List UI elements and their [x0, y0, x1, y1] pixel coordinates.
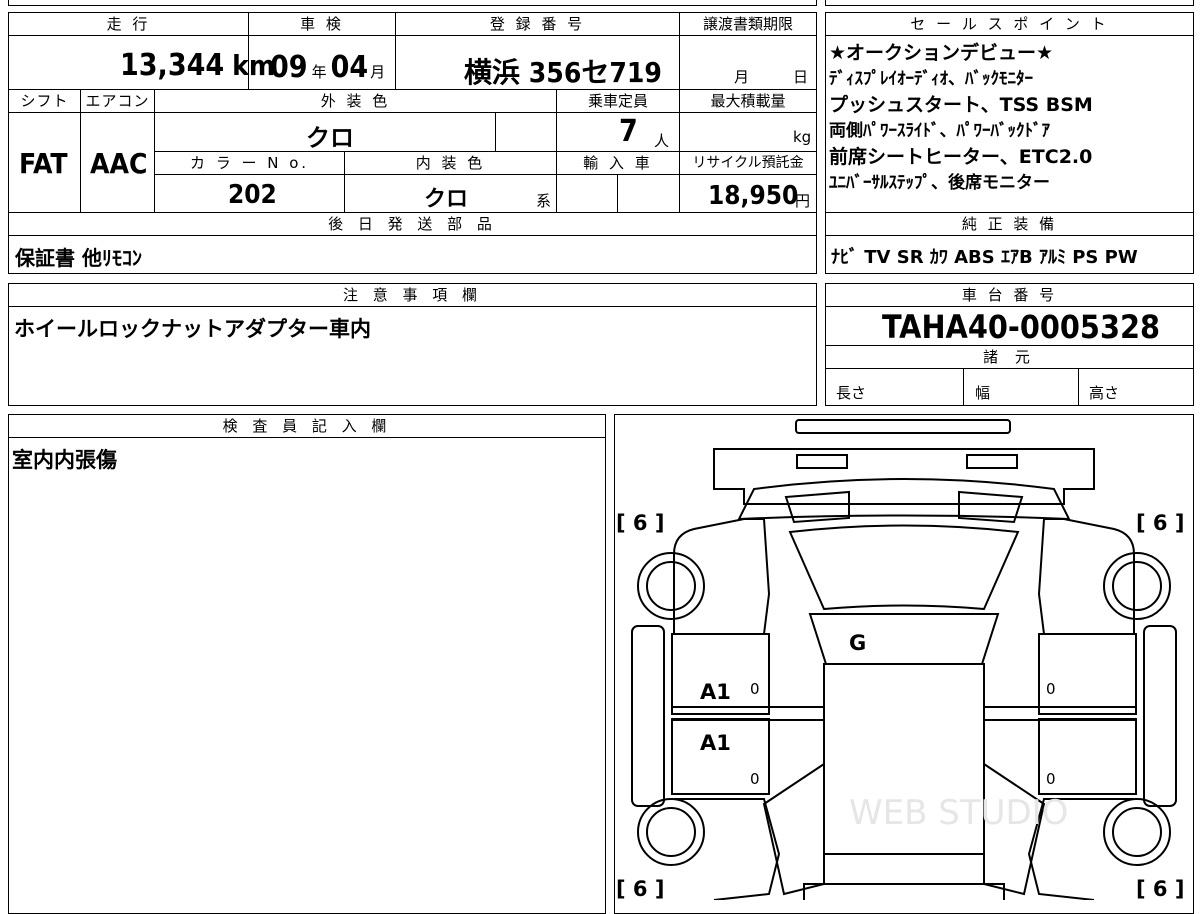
color-no-header: カ ラ ー N o.	[154, 151, 345, 175]
tire-label-rear-left: [ 6 ]	[616, 877, 664, 900]
zero-mark: 0	[1046, 680, 1056, 698]
sales-point: 前席シートヒーター、ETC2.0	[829, 146, 1093, 168]
chassis-value: TAHA40-0005328	[882, 308, 1161, 346]
spec-length: 長さ	[836, 384, 867, 402]
top-clipped-strip-right	[825, 0, 1194, 6]
import-cell-2	[617, 174, 680, 213]
rear-bumper	[803, 883, 1005, 900]
later-parts-header: 後 日 発 送 部 品	[8, 212, 817, 236]
aircon-value: AAC	[90, 147, 148, 180]
genuine-equipment-value: ﾅﾋﾞ TV SR ｶﾜ ABS ｴｱB ｱﾙﾐ PS PW	[831, 247, 1138, 268]
front-bumper-lip	[795, 419, 1011, 434]
deadline-day: 日	[793, 68, 809, 86]
windshield	[788, 524, 1020, 611]
deadline-header: 譲渡書類期限	[679, 12, 817, 36]
notes-header: 注 意 事 項 欄	[8, 283, 817, 307]
import-cell	[556, 174, 618, 213]
wheel-rear-left-inner	[646, 807, 696, 857]
color-no-value: 202	[228, 180, 277, 210]
wheel-front-left-inner	[646, 561, 696, 611]
exterior-color-value: クロ	[306, 124, 354, 152]
zero-mark: 0	[750, 680, 760, 698]
max-load-header: 最大積載量	[679, 89, 817, 113]
interior-suffix: 系	[536, 192, 552, 210]
wheel-rear-right-inner	[1112, 807, 1162, 857]
aircon-header: エアコン	[80, 89, 155, 113]
rear-door-damage-mark: A1	[700, 731, 731, 755]
notes-value: ホイールロックナットアダプター車内	[14, 317, 371, 341]
front-fender-right	[1037, 518, 1135, 635]
front-roof-edge	[808, 613, 1000, 665]
specs-header: 諸 元	[825, 345, 1194, 369]
recycle-value: 18,950	[708, 181, 799, 211]
exterior-color-extra	[495, 112, 557, 152]
recycle-header: リサイクル預託金	[679, 151, 817, 175]
watermark: WEB STUDIO	[849, 793, 1068, 833]
fog-light-right	[966, 454, 1018, 469]
inspection-month: 04	[330, 50, 369, 85]
front-fender-left	[673, 518, 771, 635]
side-sill-left	[631, 625, 665, 807]
tire-label-front-left: [ 6 ]	[616, 511, 664, 535]
inspection-value: 09 年 04 月	[270, 50, 385, 85]
spec-height: 高さ	[1089, 384, 1120, 402]
plate-value: 横浜 356セ719	[464, 56, 662, 89]
shift-value: FAT	[19, 147, 68, 180]
capacity-unit: 人	[654, 132, 670, 150]
front-door-right	[1038, 633, 1137, 715]
sales-point: プッシュスタート、TSS BSM	[829, 94, 1093, 116]
hood	[737, 478, 1071, 521]
year-unit: 年	[311, 63, 327, 81]
inspection-year: 09	[270, 50, 308, 85]
spec-width: 幅	[975, 384, 991, 402]
sales-point: ★オークションデビュー★	[829, 42, 1054, 64]
yen-unit: 円	[795, 192, 811, 210]
mileage-header: 走 行	[8, 12, 249, 36]
inspector-note: 室内内張傷	[12, 448, 117, 472]
windshield-damage-mark: G	[849, 631, 866, 655]
front-door-damage-mark: A1	[700, 680, 731, 704]
sales-points-list: ★オークションデビュー★ ﾃﾞｨｽﾌﾟﾚｲｵｰﾃﾞｨｵ、ﾊﾞｯｸﾓﾆﾀｰ プッシ…	[829, 40, 1191, 196]
registration-header: 登 録 番 号	[395, 12, 680, 36]
sales-point: ﾕﾆﾊﾞｰｻﾙｽﾃｯﾌﾟ、後席モニター	[829, 173, 1050, 193]
tire-label-rear-right: [ 6 ]	[1136, 877, 1184, 900]
capacity-value: 7	[619, 114, 638, 149]
month-unit: 月	[370, 63, 386, 81]
wheel-front-right-inner	[1112, 561, 1162, 611]
shift-header: シフト	[8, 89, 81, 113]
sales-points-header: セ ー ル ス ポ イ ン ト	[825, 12, 1194, 36]
car-diagram: [ 6 ] [ 6 ] [ 6 ] [ 6 ] G A1 A1 0 0 0 0 …	[616, 419, 1184, 900]
deadline-month: 月	[734, 68, 750, 86]
sales-point: 両側ﾊﾟﾜｰｽﾗｲﾄﾞ、ﾊﾟﾜｰﾊﾞｯｸﾄﾞｱ	[829, 121, 1050, 141]
exterior-color-header: 外 装 色	[154, 89, 557, 113]
chassis-header: 車 台 番 号	[825, 283, 1194, 307]
front-bumper	[713, 448, 1095, 505]
inspector-header: 検 査 員 記 入 欄	[8, 414, 606, 438]
tire-label-front-right: [ 6 ]	[1136, 511, 1184, 535]
rear-quarter-left	[674, 798, 781, 900]
sales-point: ﾃﾞｨｽﾌﾟﾚｲｵｰﾃﾞｨｵ、ﾊﾞｯｸﾓﾆﾀｰ	[829, 69, 1033, 89]
import-header: 輸 入 車	[556, 151, 680, 175]
zero-mark: 0	[1046, 770, 1056, 788]
later-parts-value: 保証書 他ﾘﾓｺﾝ	[15, 246, 142, 270]
mileage-number: 13,344	[120, 48, 225, 83]
inspector-box	[8, 414, 606, 914]
side-sill-right	[1143, 625, 1177, 807]
genuine-equipment-header: 純 正 装 備	[825, 212, 1194, 236]
zero-mark: 0	[750, 770, 760, 788]
fog-light-left	[796, 454, 848, 469]
top-clipped-strip	[8, 0, 817, 6]
inspection-header: 車 検	[248, 12, 396, 36]
interior-color-header: 内 装 色	[344, 151, 557, 175]
interior-color-value: クロ	[424, 187, 469, 212]
capacity-header: 乗車定員	[556, 89, 680, 113]
load-unit: kg	[793, 128, 812, 146]
